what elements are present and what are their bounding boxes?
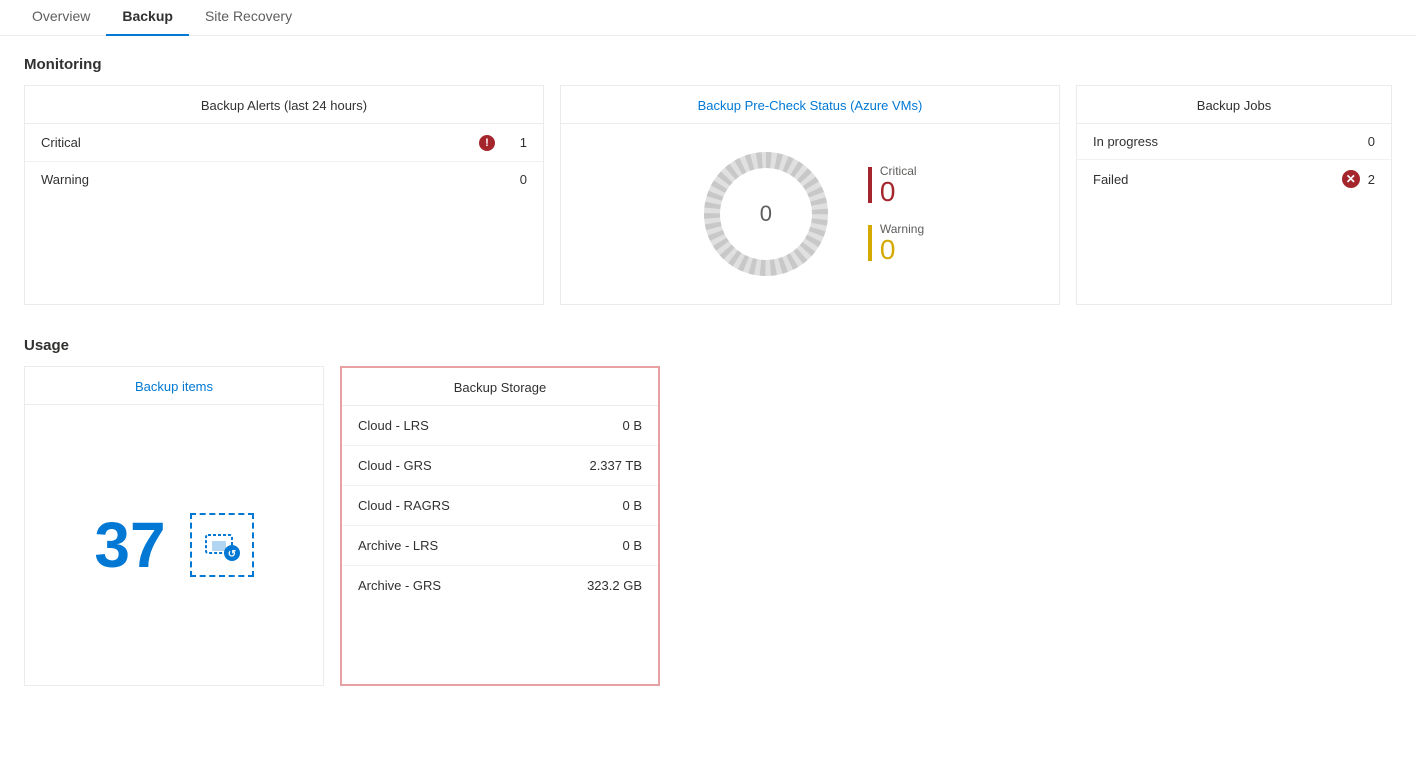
storage-value-1: 2.337 TB — [589, 458, 642, 473]
storage-label-1: Cloud - GRS — [358, 458, 589, 473]
storage-card-title: Backup Storage — [342, 368, 658, 406]
usage-grid: Backup items 37 ↺ Backup Storage — [24, 366, 1392, 686]
job-inprogress-count: 0 — [1368, 134, 1375, 149]
precheck-card: Backup Pre-Check Status (Azure VMs) 0 — [560, 85, 1060, 305]
storage-row-2: Cloud - RAGRS 0 B — [342, 486, 658, 526]
storage-card: Backup Storage Cloud - LRS 0 B Cloud - G… — [340, 366, 660, 686]
precheck-body: 0 Critical 0 — [561, 124, 1059, 304]
backup-items-card: Backup items 37 ↺ — [24, 366, 324, 686]
backup-items-count: 37 — [94, 513, 165, 577]
storage-rows: Cloud - LRS 0 B Cloud - GRS 2.337 TB Clo… — [342, 406, 658, 605]
donut-legend: Critical 0 Warning 0 — [868, 164, 924, 264]
tab-site-recovery[interactable]: Site Recovery — [189, 0, 308, 36]
storage-value-0: 0 B — [622, 418, 642, 433]
job-inprogress-label: In progress — [1093, 134, 1368, 149]
storage-label-4: Archive - GRS — [358, 578, 587, 593]
storage-row-3: Archive - LRS 0 B — [342, 526, 658, 566]
legend-critical: Critical 0 — [868, 164, 924, 206]
alert-critical-label: Critical — [41, 135, 479, 150]
donut-container: 0 — [696, 144, 836, 284]
job-failed-label: Failed — [1093, 172, 1342, 187]
storage-value-3: 0 B — [622, 538, 642, 553]
warning-bar — [868, 225, 872, 261]
storage-label-0: Cloud - LRS — [358, 418, 622, 433]
legend-warning-value: 0 — [880, 236, 924, 264]
storage-label-2: Cloud - RAGRS — [358, 498, 622, 513]
backup-items-body: 37 ↺ — [25, 405, 323, 685]
usage-heading: Usage — [24, 337, 1392, 354]
alert-row-critical: Critical ! 1 — [25, 124, 543, 162]
legend-critical-value: 0 — [880, 178, 917, 206]
backup-items-title[interactable]: Backup items — [25, 367, 323, 405]
job-row-inprogress: In progress 0 — [1077, 124, 1391, 160]
storage-row-1: Cloud - GRS 2.337 TB — [342, 446, 658, 486]
nav-tabs: Overview Backup Site Recovery — [0, 0, 1416, 36]
job-row-failed: Failed ✕ 2 — [1077, 160, 1391, 198]
tab-overview[interactable]: Overview — [16, 0, 106, 36]
monitoring-grid: Backup Alerts (last 24 hours) Critical !… — [24, 85, 1392, 305]
backup-icon-box: ↺ — [190, 513, 254, 577]
job-failed-count: 2 — [1368, 172, 1375, 187]
alert-row-warning: Warning 0 — [25, 162, 543, 197]
storage-label-3: Archive - LRS — [358, 538, 622, 553]
alerts-card: Backup Alerts (last 24 hours) Critical !… — [24, 85, 544, 305]
alert-warning-count: 0 — [507, 172, 527, 187]
monitoring-heading: Monitoring — [24, 56, 1392, 73]
critical-bar — [868, 167, 872, 203]
donut-center: 0 — [760, 201, 772, 227]
tab-backup[interactable]: Backup — [106, 0, 189, 36]
alerts-card-title: Backup Alerts (last 24 hours) — [25, 86, 543, 124]
storage-row-4: Archive - GRS 323.2 GB — [342, 566, 658, 605]
failed-icon: ✕ — [1342, 170, 1360, 188]
vm-icon: ↺ — [202, 525, 242, 565]
alert-warning-label: Warning — [41, 172, 507, 187]
jobs-card-title: Backup Jobs — [1077, 86, 1391, 124]
storage-value-2: 0 B — [622, 498, 642, 513]
critical-icon: ! — [479, 134, 495, 151]
svg-text:↺: ↺ — [227, 549, 235, 560]
storage-value-4: 323.2 GB — [587, 578, 642, 593]
legend-warning: Warning 0 — [868, 222, 924, 264]
main-content: Monitoring Backup Alerts (last 24 hours)… — [0, 36, 1416, 706]
precheck-card-title[interactable]: Backup Pre-Check Status (Azure VMs) — [561, 86, 1059, 124]
jobs-card: Backup Jobs In progress 0 Failed ✕ 2 — [1076, 85, 1392, 305]
storage-row-0: Cloud - LRS 0 B — [342, 406, 658, 446]
alert-critical-count: 1 — [507, 135, 527, 150]
